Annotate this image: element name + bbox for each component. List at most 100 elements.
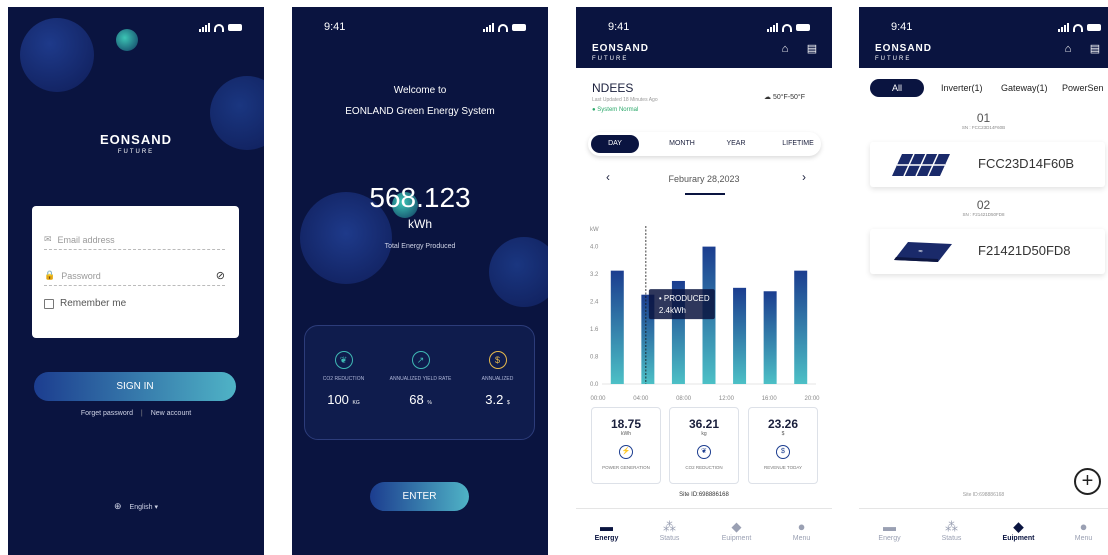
card-label: CO2 REDUCTION [685,465,723,470]
dollar-icon: $ [776,445,790,459]
eye-hidden-icon[interactable]: ⊘ [216,269,225,282]
status-bar: 9:41 [859,21,1108,35]
system-status-label: System Normal [597,107,639,113]
equipment-screen: 9:41 EONSAND FUTURE ⌂ ▤ All Inverter(1) … [859,7,1108,555]
brand-sub: FUTURE [592,56,629,62]
person-icon: ● [797,519,806,534]
stat-value: 68 % [409,392,432,407]
tab-lifetime[interactable]: LIFETIME [774,132,822,156]
energy-screen: 9:41 EONSAND FUTURE ⌂ ▤ NDEES Last Updat… [576,7,832,555]
stats-panel: ❦ CO2 REDUCTION 100 KG ↗ ANNUALIZED YIEL… [304,325,535,440]
x-tick-label: 12:00 [719,396,735,400]
wifi-icon [214,23,224,32]
sign-in-button[interactable]: SIGN IN [34,372,236,401]
tab-day[interactable]: DAY [591,135,639,153]
wifi-icon [498,23,508,32]
app-header: 9:41 EONSAND FUTURE ⌂ ▤ [859,7,1108,68]
tab-month[interactable]: MONTH [658,132,706,156]
device-name: FCC23D14F60B [978,156,1075,171]
tab-year[interactable]: YEAR [712,132,760,156]
filter-powersensor[interactable]: PowerSen [1062,79,1104,97]
nav-status[interactable]: ⁂ Status [644,519,695,542]
account-links: Forget password | New account [80,410,192,417]
leaf-icon: ❦ [697,445,711,459]
x-tick-label: 04:00 [633,396,649,400]
y-tick-label: 1.6 [590,327,599,333]
status-time: 9:41 [608,21,630,33]
card-label: POWER GENERATION [602,465,650,470]
language-selector[interactable]: ⊕ English ▾ [8,501,264,512]
signal-icon [483,23,494,32]
energy-bar-chart: kW 0.0 0.8 1.6 2.4 3.2 4.0 00:00 04:00 08:00 12:00… [590,226,820,400]
device-card[interactable]: ≈ F21421D50FD8 [870,229,1105,274]
email-placeholder: Email address [57,234,115,245]
brand-name: EONSAND [875,43,933,54]
card-revenue-today: 23.26 $ $ REVENUE TODAY [748,407,818,484]
nav-energy[interactable]: ▬ Energy [864,519,915,542]
password-field[interactable]: 🔒 Password ⊘ [44,266,225,286]
status-time: 9:41 [324,21,346,33]
language-label: English [129,504,153,511]
period-tabs: DAY MONTH YEAR LIFETIME [588,132,821,156]
stat-value: 100 KG [327,392,360,407]
filter-all[interactable]: All [870,79,924,97]
status-icons [767,23,810,32]
enter-button[interactable]: ENTER [370,482,469,511]
remember-me-checkbox[interactable]: Remember me [44,298,126,309]
stat-annualized: $ ANNUALIZED 3.2 $ [459,351,536,407]
chart-bar [610,270,624,384]
y-tick-label: 2.4 [590,300,599,306]
battery-icon [1087,24,1101,31]
app-header: 9:41 EONSAND FUTURE ⌂ ▤ [576,7,832,68]
site-id: Site ID:698886168 [679,492,729,498]
home-settings-icon[interactable]: ⌂ [778,43,792,56]
brand-sub: FUTURE [117,149,155,155]
nav-energy[interactable]: ▬ Energy [581,519,632,542]
device-name: F21421D50FD8 [978,243,1071,258]
wifi-icon [782,23,792,32]
next-date-button[interactable]: › [802,170,806,184]
total-energy-unit: kWh [408,217,432,231]
filter-gateway[interactable]: Gateway(1) [1001,79,1048,97]
y-tick-label: 3.2 [590,272,599,278]
card-value: 36.21 [688,417,720,431]
status-time: 9:41 [891,21,913,33]
status-icon: ⁂ [945,519,958,534]
nav-menu[interactable]: ● Menu [776,519,827,542]
total-energy-label: Total Energy Produced [384,243,456,250]
email-field[interactable]: ✉ Email address [44,230,225,250]
card-value: 18.75 [610,417,642,431]
device-card[interactable]: FCC23D14F60B [870,142,1105,187]
filter-inverter[interactable]: Inverter(1) [941,79,983,97]
weather-label: 50°F-50°F [772,94,806,101]
solar-panel-icon [892,154,950,176]
status-bar: 9:41 [292,21,548,35]
checkbox-box[interactable] [44,298,54,309]
bottom-nav: ▬ Energy ⁂ Status ◆ Euipment ● Menu [576,508,832,555]
message-icon[interactable]: ▤ [805,43,819,56]
nav-status[interactable]: ⁂ Status [926,519,977,542]
forgot-password-link[interactable]: Forget password [81,410,133,417]
nav-menu[interactable]: ● Menu [1058,519,1108,542]
nav-equipment[interactable]: ◆ Euipment [711,519,762,542]
card-unit: kWh [621,431,631,437]
growth-icon: ↗ [411,351,430,369]
signal-icon [1058,23,1069,32]
caret-down-icon: ▾ [154,504,158,511]
status-bar: 9:41 [576,21,832,35]
card-unit: kg [701,431,707,437]
status-icons [1058,23,1101,32]
battery-icon [512,24,526,31]
new-account-link[interactable]: New account [151,410,191,417]
home-settings-icon[interactable]: ⌂ [1061,43,1075,56]
decor-bubble [20,18,94,92]
card-power-generation: 18.75 kWh ⚡ POWER GENERATION [591,407,661,484]
add-device-button[interactable]: + [1074,468,1101,495]
y-axis-label: kW [590,227,599,233]
wifi-icon [1073,23,1083,32]
y-tick-label: 0.0 [590,382,599,388]
nav-equipment[interactable]: ◆ Euipment [993,519,1044,542]
message-icon[interactable]: ▤ [1088,43,1102,56]
device-sn: SN : F21421D50FD8 [962,212,1005,217]
login-screen: 9:41 EONSAND FUTURE ✉ Email address 🔒 Pa… [8,7,264,555]
